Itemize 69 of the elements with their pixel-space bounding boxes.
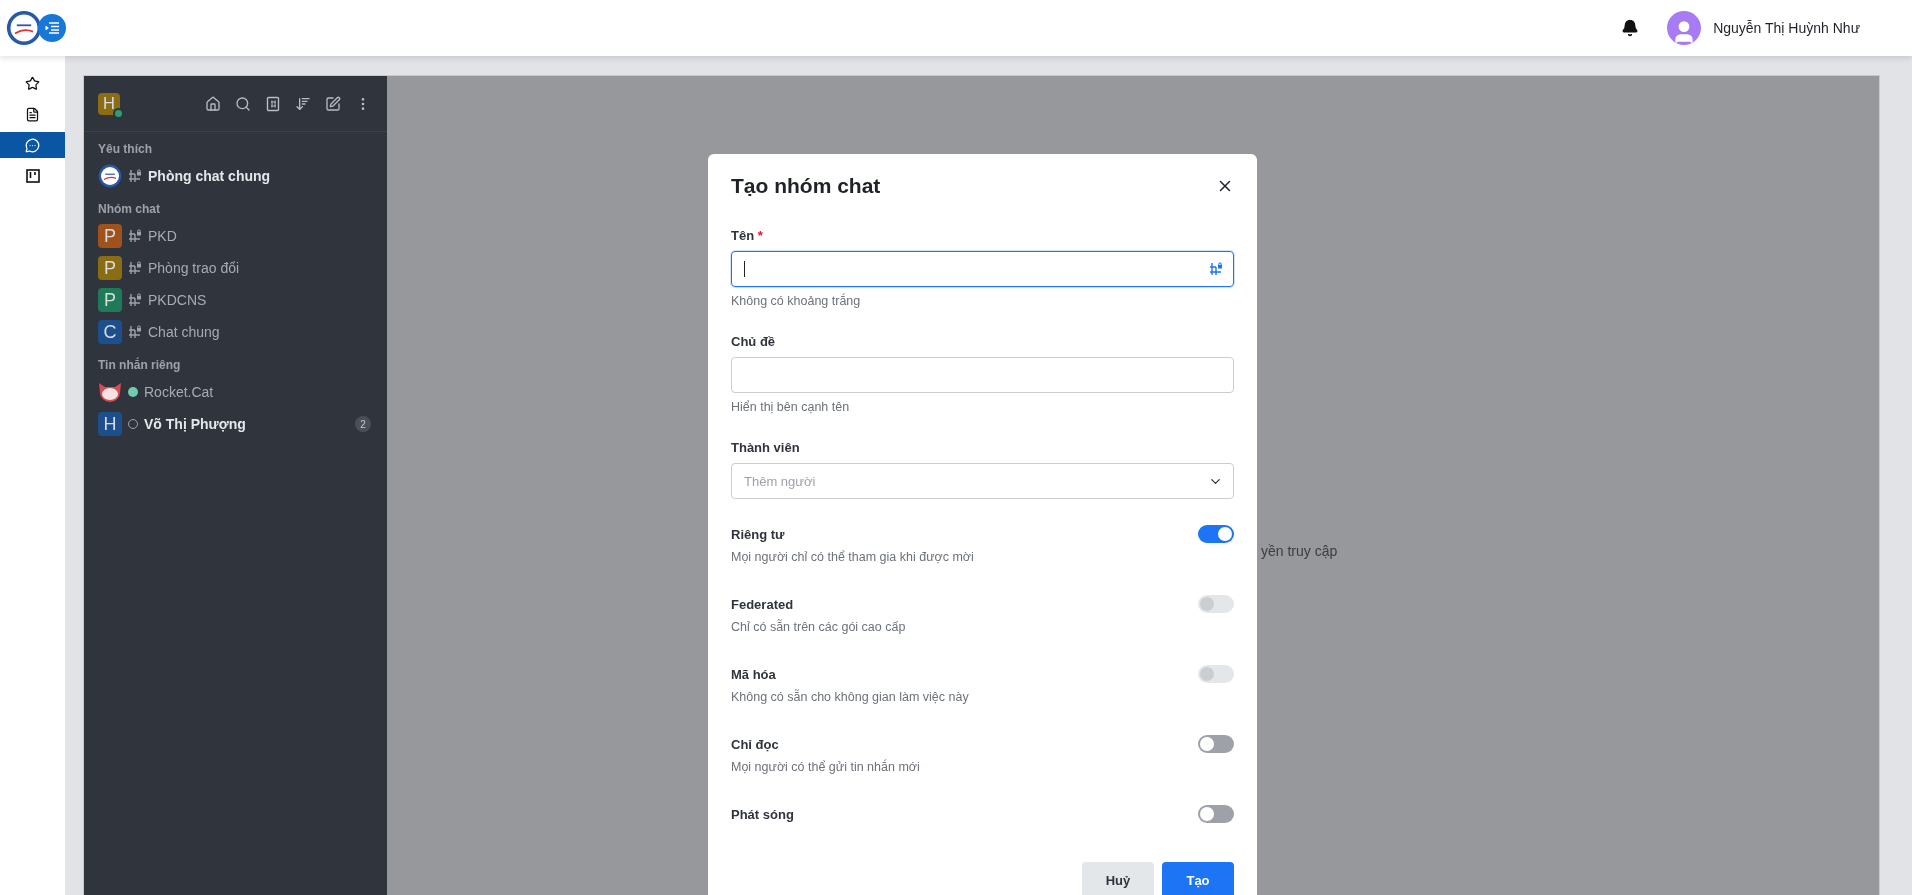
room-avatar: C <box>98 320 122 344</box>
room-item[interactable]: H Võ Thị Phượng 2 <box>84 408 387 440</box>
room-item[interactable]: P PKD <box>84 220 387 252</box>
toggle-switch[interactable] <box>1198 805 1234 823</box>
cat-avatar-icon <box>98 380 122 404</box>
room-avatar: P <box>98 256 122 280</box>
menu-button[interactable] <box>38 14 66 42</box>
toggle-switch[interactable] <box>1198 525 1234 543</box>
menu-icon <box>45 22 59 34</box>
room-name: PKDCNS <box>148 292 208 308</box>
cancel-button[interactable]: Huỷ <box>1082 862 1154 895</box>
toggle-switch[interactable] <box>1198 735 1234 753</box>
room-name: Võ Thị Phượng <box>144 416 247 432</box>
star-icon <box>25 75 40 91</box>
dialog-title: Tạo nhóm chat <box>731 174 881 198</box>
private-channel-icon <box>128 325 142 339</box>
sort-icon[interactable] <box>295 95 311 112</box>
toggle-label: Federated <box>731 596 794 612</box>
room-item[interactable]: Rocket.Cat <box>84 376 387 408</box>
room-name: PKD <box>148 228 178 244</box>
toggle-label: Mã hóa <box>731 666 776 682</box>
room-item[interactable]: P PKDCNS <box>84 284 387 316</box>
section-title: Tin nhắn riêng <box>97 356 182 374</box>
logo <box>6 10 42 46</box>
field-hint: Hiển thị bên cạnh tên <box>731 400 851 414</box>
room-avatar: P <box>98 288 122 312</box>
document-icon <box>25 106 40 122</box>
home-icon[interactable] <box>205 95 221 112</box>
logo <box>98 164 122 188</box>
private-channel-icon <box>128 293 142 307</box>
private-channel-icon <box>128 229 142 243</box>
directory-icon[interactable] <box>265 95 281 112</box>
room-name: Phòng chat chung <box>148 168 272 184</box>
toggle-description: Không có sẵn cho không gian làm việc này <box>731 690 970 704</box>
toggle-label: Chỉ đọc <box>731 736 779 752</box>
field-label: Thành viên <box>731 440 801 455</box>
room-item[interactable]: C Chat chung <box>84 316 387 348</box>
user-avatar[interactable]: H <box>98 92 120 115</box>
toggle-description: Mọi người chỉ có thể tham gia khi được mời <box>731 550 975 564</box>
search-icon[interactable] <box>235 95 251 112</box>
toggle-label: Phát sóng <box>731 806 794 822</box>
field-label: Tên * <box>731 228 764 243</box>
unread-count: 2 <box>355 416 371 432</box>
edit-icon[interactable] <box>325 95 341 112</box>
user-name: Nguyễn Thị Huỳnh Như <box>1713 20 1860 36</box>
toggle-description: Chỉ có sẵn trên các gói cao cấp <box>731 620 907 634</box>
field-hint: Không có khoảng trắng <box>731 294 862 308</box>
toggle-label: Riêng tư <box>731 526 785 542</box>
chat-icon <box>25 137 40 153</box>
private-channel-icon <box>128 169 142 183</box>
input-field[interactable] <box>731 251 1234 287</box>
room-name: Rocket.Cat <box>144 384 215 400</box>
message-text: yền truy cập <box>1261 543 1338 559</box>
private-channel-icon <box>128 261 142 275</box>
private-channel-icon <box>1209 262 1223 276</box>
field-label: Chủ đề <box>731 334 777 349</box>
room-name: Phòng trao đổi <box>148 260 241 276</box>
user-avatar[interactable] <box>1667 11 1702 45</box>
room-item[interactable]: Phòng chat chung <box>84 160 387 192</box>
room-avatar: P <box>98 224 122 248</box>
board-icon <box>25 169 40 183</box>
room-avatar: H <box>98 412 122 436</box>
section-title: Nhóm chat <box>97 201 161 218</box>
room-item[interactable]: P Phòng trao đổi <box>84 252 387 284</box>
room-name: Chat chung <box>148 324 221 340</box>
notification-icon[interactable] <box>1621 19 1640 37</box>
section-title: Yêu thích <box>97 141 153 158</box>
create-button[interactable]: Tạo <box>1162 862 1234 895</box>
toggle-description: Mọi người có thể gửi tin nhắn mới <box>731 760 921 774</box>
